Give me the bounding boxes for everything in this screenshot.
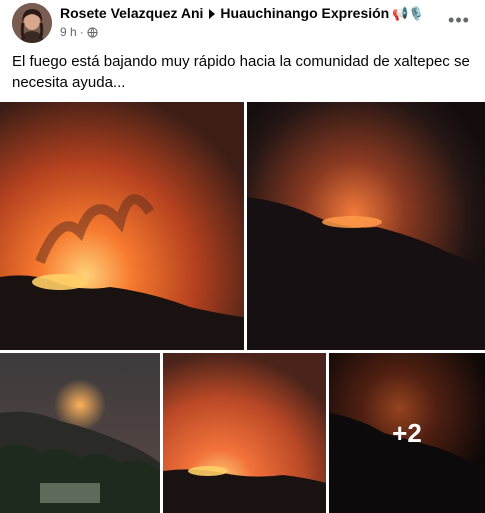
post-time[interactable]: 9 h (60, 25, 77, 39)
meta-dot: · (79, 25, 84, 39)
photo-5[interactable]: +2 (329, 353, 485, 513)
photo-grid: +2 (0, 102, 485, 513)
arrow-right-icon (209, 9, 216, 20)
more-photos-count: +2 (392, 417, 422, 448)
photo-1[interactable] (0, 102, 244, 350)
avatar-image (12, 3, 52, 43)
photo-3-image (0, 353, 160, 513)
photo-4-image (163, 353, 326, 513)
avatar[interactable] (12, 3, 52, 43)
photo-2[interactable] (247, 102, 485, 350)
group-emoji: 📢🎙️ (392, 6, 425, 21)
photo-3[interactable] (0, 353, 160, 513)
post-title: Rosete Velazquez Ani Huauchinango Expresi… (60, 5, 425, 22)
post-caption: El fuego está bajando muy rápido hacia l… (12, 53, 470, 91)
photo-1-image (0, 102, 244, 350)
photo-4[interactable] (163, 353, 326, 513)
post-header: Rosete Velazquez Ani Huauchinango Expresi… (0, 0, 485, 46)
more-photos-overlay[interactable]: +2 (329, 353, 485, 513)
photo-2-image (247, 102, 485, 350)
post-meta: 9 h · (60, 25, 98, 39)
author-name[interactable]: Rosete Velazquez Ani (60, 5, 203, 21)
globe-icon (87, 26, 98, 38)
group-name[interactable]: Huauchinango Expresión (220, 5, 389, 21)
more-options-icon[interactable]: ••• (447, 10, 471, 30)
